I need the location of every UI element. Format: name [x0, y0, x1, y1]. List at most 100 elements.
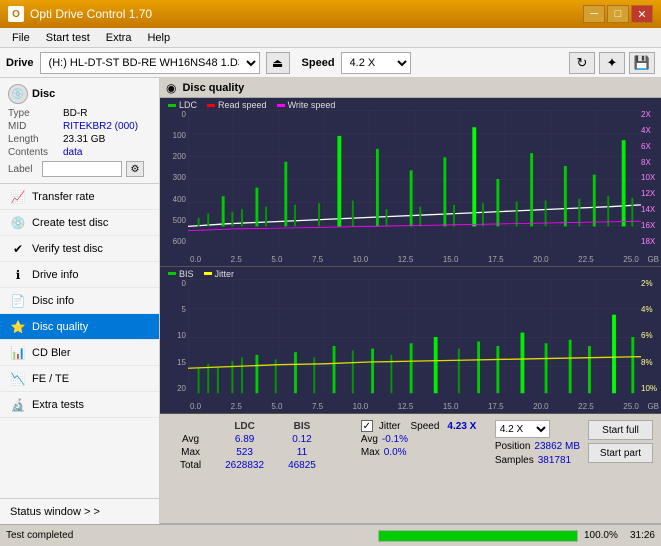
start-part-button[interactable]: Start part [588, 443, 653, 463]
disc-label-button[interactable]: ⚙ [126, 161, 144, 177]
chart1-unit: GB [647, 255, 659, 264]
menu-start-test[interactable]: Start test [38, 30, 98, 46]
sidebar-item-fe-te[interactable]: 📉 FE / TE [0, 366, 159, 392]
extra-tests-icon: 🔬 [10, 397, 26, 413]
verify-test-disc-icon: ✔ [10, 241, 26, 257]
position-value: 23862 MB [534, 441, 580, 452]
status-window-label: Status window > > [10, 506, 100, 518]
sidebar-item-disc-info[interactable]: 📄 Disc info [0, 288, 159, 314]
jitter-checkbox[interactable]: ✓ [361, 420, 373, 432]
bis-legend-item: BIS [168, 269, 194, 279]
create-test-disc-icon: 💿 [10, 215, 26, 231]
disc-info-icon: 📄 [10, 293, 26, 309]
disc-panel-title: Disc [32, 88, 55, 100]
disc-header: 💿 Disc [8, 84, 151, 104]
max-jitter-val: 0.0% [384, 447, 407, 458]
ldc-legend-label: LDC [179, 100, 197, 110]
progress-bar-fill [379, 531, 577, 541]
drive-label: Drive [6, 57, 34, 69]
jitter-speed-section: ✓ Jitter Speed 4.23 X Avg -0.1% Max 0.0% [361, 420, 491, 458]
stats-data-table: LDC BIS Avg 6.89 0.12 [168, 420, 352, 472]
sidebar-item-cd-bler[interactable]: 📊 CD Bler [0, 340, 159, 366]
chart2-unit: GB [647, 402, 659, 411]
ldc-chart-legend: LDC Read speed Write speed [168, 100, 335, 110]
disc-length-value: 23.31 GB [63, 134, 105, 145]
progress-percent: 100.0% [584, 530, 624, 541]
max-label2: Max [361, 447, 380, 458]
disc-info-label: Disc info [32, 295, 74, 307]
avg-ldc: 6.89 [213, 433, 276, 446]
menu-bar: File Start test Extra Help [0, 28, 661, 48]
stats-table: LDC BIS Avg 6.89 0.12 [168, 420, 361, 472]
disc-length-row: Length 23.31 GB [8, 134, 151, 145]
bottom-panel: LDC BIS Avg 6.89 0.12 [160, 414, 661, 524]
disc-length-label: Length [8, 134, 63, 145]
stats-row: LDC BIS Avg 6.89 0.12 [160, 414, 661, 524]
avg-label2: Avg [361, 434, 378, 445]
speed-label-inline: Speed [411, 421, 440, 432]
col-ldc: LDC [213, 420, 276, 433]
sidebar-item-transfer-rate[interactable]: 📈 Transfer rate [0, 184, 159, 210]
charts-area: LDC Read speed Write speed 600 500 40 [160, 98, 661, 414]
sidebar-item-drive-info[interactable]: ℹ Drive info [0, 262, 159, 288]
jitter-section: ✓ Jitter Speed 4.23 X [361, 420, 491, 432]
ldc-legend-dot [168, 104, 176, 107]
eject-button[interactable]: ⏏ [266, 52, 290, 74]
disc-quality-label: Disc quality [32, 321, 88, 333]
drive-info-label: Drive info [32, 269, 78, 281]
disc-panel: 💿 Disc Type BD-R MID RITEKBR2 (000) Leng… [0, 78, 159, 184]
status-text: Test completed [6, 530, 372, 541]
disc-label-input[interactable] [42, 161, 122, 177]
avg-jitter [328, 433, 352, 446]
start-full-button[interactable]: Start full [588, 420, 653, 440]
total-bis: 46825 [276, 459, 328, 472]
action-buttons: Start full Start part [588, 420, 653, 463]
fe-te-icon: 📉 [10, 371, 26, 387]
chart2-y-right: 10% 8% 6% 4% 2% [639, 279, 661, 393]
disc-type-label: Type [8, 108, 63, 119]
avg-bis: 0.12 [276, 433, 328, 446]
save-button[interactable]: 💾 [629, 52, 655, 74]
window-controls: ─ □ ✕ [583, 5, 653, 23]
refresh-button[interactable]: ↻ [569, 52, 595, 74]
close-button[interactable]: ✕ [631, 5, 653, 23]
disc-quality-header: ◉ Disc quality [160, 78, 661, 98]
speed-select-stats[interactable]: 4.2 X 2.0 X [495, 420, 550, 438]
menu-file[interactable]: File [4, 30, 38, 46]
sidebar-item-disc-quality[interactable]: ⭐ Disc quality [0, 314, 159, 340]
ldc-legend-item: LDC [168, 100, 197, 110]
total-row: Total 2628832 46825 [168, 459, 352, 472]
status-window-button[interactable]: Status window > > [0, 498, 159, 524]
cd-bler-label: CD Bler [32, 347, 71, 359]
samples-value: 381781 [538, 455, 571, 466]
disc-icon: 💿 [8, 84, 28, 104]
avg-jitter-val: -0.1% [382, 434, 408, 445]
max-row: Max 523 11 [168, 446, 352, 459]
total-ldc: 2628832 [213, 459, 276, 472]
disc-label-row: Label ⚙ [8, 161, 151, 177]
minimize-button[interactable]: ─ [583, 5, 605, 23]
speed-select[interactable]: 4.2 X 2.0 X 1.0 X [341, 52, 411, 74]
write-speed-legend-label: Write speed [288, 100, 336, 110]
disc-type-value: BD-R [63, 108, 87, 119]
maximize-button[interactable]: □ [607, 5, 629, 23]
sidebar-item-extra-tests[interactable]: 🔬 Extra tests [0, 392, 159, 418]
transfer-rate-icon: 📈 [10, 189, 26, 205]
app-title: Opti Drive Control 1.70 [30, 7, 583, 21]
elapsed-time: 31:26 [630, 530, 655, 541]
chart2-x-labels: 0.0 2.5 5.0 7.5 10.0 12.5 15.0 17.5 20.0… [190, 402, 639, 411]
drive-select[interactable]: (H:) HL-DT-ST BD-RE WH16NS48 1.D3 [40, 52, 260, 74]
star-button[interactable]: ✦ [599, 52, 625, 74]
sidebar-item-create-test-disc[interactable]: 💿 Create test disc [0, 210, 159, 236]
sidebar-item-verify-test-disc[interactable]: ✔ Verify test disc [0, 236, 159, 262]
speed-value: 4.23 X [447, 421, 476, 432]
bis-chart: BIS Jitter 20 15 10 5 0 10 [160, 267, 661, 414]
menu-extra[interactable]: Extra [98, 30, 140, 46]
disc-mid-row: MID RITEKBR2 (000) [8, 121, 151, 132]
disc-type-row: Type BD-R [8, 108, 151, 119]
disc-mid-value: RITEKBR2 (000) [63, 121, 138, 132]
drive-bar: Drive (H:) HL-DT-ST BD-RE WH16NS48 1.D3 … [0, 48, 661, 78]
write-speed-legend-item: Write speed [277, 100, 336, 110]
total-jitter [328, 459, 352, 472]
menu-help[interactable]: Help [139, 30, 178, 46]
